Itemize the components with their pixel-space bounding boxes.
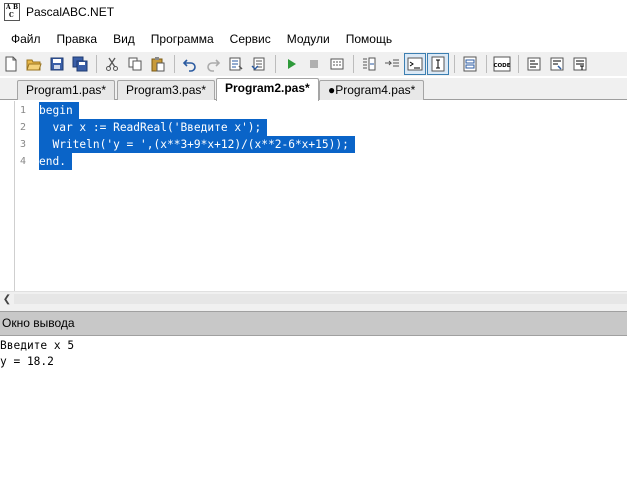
- toolbar-separator: [174, 55, 175, 73]
- output-line: y = 18.2: [0, 355, 54, 368]
- new-icon: [5, 56, 17, 72]
- format-button[interactable]: [225, 53, 247, 75]
- svg-text:CODE: CODE: [493, 63, 510, 69]
- console-icon: [407, 57, 423, 71]
- toolbar: CODE: [0, 52, 627, 76]
- text-cursor-toggle-button[interactable]: [427, 53, 449, 75]
- tab-program4[interactable]: ●Program4.pas*: [319, 80, 425, 100]
- toolbar-separator: [454, 55, 455, 73]
- io-watch-button[interactable]: [546, 53, 568, 75]
- step-over-button[interactable]: [381, 53, 403, 75]
- menu-file[interactable]: Файл: [0, 28, 49, 50]
- save-all-button[interactable]: [69, 53, 91, 75]
- code-line[interactable]: end.: [39, 153, 72, 170]
- redo-icon: [207, 59, 221, 72]
- horizontal-scrollbar[interactable]: ❮: [0, 291, 627, 305]
- menu-modules[interactable]: Модули: [279, 28, 338, 50]
- step-over-icon: [385, 59, 399, 67]
- copy-icon: [128, 57, 142, 71]
- toolbar-separator: [486, 55, 487, 73]
- save-all-icon: [72, 56, 88, 72]
- menu-edit[interactable]: Правка: [49, 28, 106, 50]
- code-line[interactable]: var x := ReadReal('Введите x');: [39, 119, 268, 136]
- debug-button[interactable]: [326, 53, 348, 75]
- open-icon: [26, 59, 42, 71]
- menu-program[interactable]: Программа: [143, 28, 222, 50]
- debug-icon: [330, 58, 344, 70]
- save-button[interactable]: [46, 53, 68, 75]
- code-editor[interactable]: 1 2 3 4 begin var x := ReadReal('Введите…: [0, 101, 627, 291]
- open-file-button[interactable]: [23, 53, 45, 75]
- title-bar: A B C PascalABC.NET: [0, 0, 627, 24]
- output-panel[interactable]: Введите x 5 y = 18.2: [0, 336, 627, 486]
- line-number: 3: [19, 139, 26, 150]
- io-icon: [527, 57, 541, 71]
- cut-button[interactable]: [101, 53, 123, 75]
- app-logo-icon: A B C: [4, 3, 20, 21]
- paste-button[interactable]: [147, 53, 169, 75]
- format-icon: [229, 57, 243, 71]
- undo-icon: [182, 59, 196, 72]
- stop-button[interactable]: [303, 53, 325, 75]
- form-designer-button[interactable]: [459, 53, 481, 75]
- step-into-icon: [363, 57, 376, 71]
- run-icon: [288, 59, 296, 69]
- line-number: 1: [19, 105, 26, 116]
- menu-bar: Файл Правка Вид Программа Сервис Модули …: [0, 28, 627, 50]
- io-run-button[interactable]: [569, 53, 591, 75]
- stop-icon: [310, 60, 318, 68]
- step-into-button[interactable]: [358, 53, 380, 75]
- scroll-left-icon[interactable]: ❮: [2, 292, 12, 306]
- text-cursor-icon: [431, 56, 445, 72]
- output-line: Введите x 5: [0, 339, 75, 352]
- menu-view[interactable]: Вид: [105, 28, 143, 50]
- cut-icon: [106, 57, 118, 71]
- code-line[interactable]: begin: [39, 102, 79, 119]
- io-run-icon: [573, 57, 587, 71]
- line-number: 2: [19, 122, 26, 133]
- undo-button[interactable]: [179, 53, 201, 75]
- console-toggle-button[interactable]: [404, 53, 426, 75]
- tab-program3[interactable]: Program3.pas*: [117, 80, 216, 100]
- output-panel-title: Окно вывода: [0, 311, 627, 336]
- new-file-button[interactable]: [0, 53, 22, 75]
- toolbar-separator: [275, 55, 276, 73]
- toolbar-separator: [518, 55, 519, 73]
- toolbar-separator: [96, 55, 97, 73]
- menu-service[interactable]: Сервис: [222, 28, 279, 50]
- redo-button[interactable]: [202, 53, 224, 75]
- line-number: 4: [19, 156, 26, 167]
- code-button[interactable]: CODE: [491, 53, 513, 75]
- copy-button[interactable]: [124, 53, 146, 75]
- code-line[interactable]: Writeln('y = ',(x**3+9*x+12)/(x**2-6*x+1…: [39, 136, 355, 153]
- save-icon: [50, 57, 64, 71]
- io-watch-icon: [550, 57, 564, 71]
- paste-icon: [151, 57, 165, 72]
- tab-strip: Program1.pas* Program3.pas* Program2.pas…: [0, 78, 627, 101]
- menu-help[interactable]: Помощь: [338, 28, 400, 50]
- io-button[interactable]: [523, 53, 545, 75]
- scrollbar-thumb[interactable]: [14, 294, 627, 304]
- compile-button[interactable]: [248, 53, 270, 75]
- tab-program2[interactable]: Program2.pas*: [216, 78, 319, 101]
- window-title: PascalABC.NET: [26, 5, 115, 19]
- tab-program1[interactable]: Program1.pas*: [17, 80, 116, 100]
- compile-icon: [251, 57, 265, 71]
- form-icon: [463, 56, 477, 72]
- run-button[interactable]: [280, 53, 302, 75]
- code-icon: CODE: [493, 56, 511, 72]
- toolbar-separator: [353, 55, 354, 73]
